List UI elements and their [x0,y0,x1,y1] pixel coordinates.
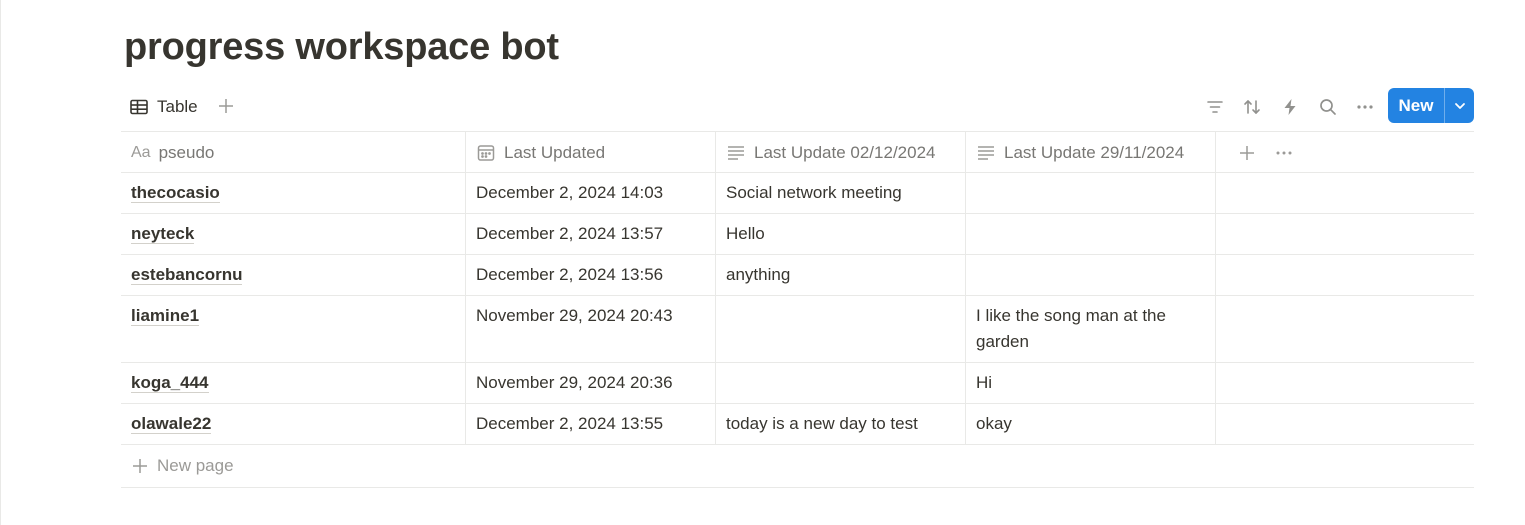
table-header: Aa pseudo Last Updated Last Update 02/12… [121,131,1474,173]
column-header-label: Last Update 02/12/2024 [754,142,936,162]
cell-update-0212[interactable]: Social network meeting [716,173,966,213]
cell-update-2911[interactable] [966,255,1216,295]
cell-update-0212[interactable] [716,363,966,403]
column-header-label: pseudo [158,142,215,162]
new-button[interactable]: New [1388,88,1444,123]
view-toolbar: Table New [121,88,1474,124]
new-button-group: New [1388,88,1474,123]
cell-update-0212[interactable]: Hello [716,214,966,254]
cell-pseudo[interactable]: neyteck [121,214,466,254]
row-title[interactable]: olawale22 [131,414,212,434]
cell-last-updated[interactable]: December 2, 2024 14:03 [466,173,716,213]
new-page-button[interactable]: New page [121,445,1474,488]
table-row[interactable]: estebancornu December 2, 2024 13:56 anyt… [121,255,1474,296]
cell-update-2911[interactable]: Hi [966,363,1216,403]
cell-last-updated[interactable]: December 2, 2024 13:55 [466,404,716,444]
table-row[interactable]: olawale22 December 2, 2024 13:55 today i… [121,404,1474,445]
cell-pseudo[interactable]: liamine1 [121,296,466,362]
title-property-icon: Aa [131,143,151,161]
column-header-update-2911[interactable]: Last Update 29/11/2024 [966,132,1216,173]
sort-button[interactable] [1240,95,1264,119]
window-edge [0,0,1,525]
row-title[interactable]: neyteck [131,224,195,244]
add-view-button[interactable] [215,95,237,117]
sort-icon [1244,100,1260,114]
column-header-label: Last Updated [504,142,606,162]
table-row[interactable]: neyteck December 2, 2024 13:57 Hello [121,214,1474,255]
plus-icon [219,99,233,113]
page-title[interactable]: progress workspace bot [124,26,559,69]
search-button[interactable] [1316,95,1340,119]
row-title[interactable]: estebancornu [131,265,243,285]
table-icon [130,99,148,115]
text-lines-icon [728,145,744,160]
plus-icon[interactable] [1238,144,1256,162]
calendar-icon [477,144,495,161]
cell-update-2911[interactable] [966,214,1216,254]
plus-icon [133,459,147,473]
cell-pseudo[interactable]: estebancornu [121,255,466,295]
table-row[interactable]: liamine1 November 29, 2024 20:43 I like … [121,296,1474,363]
cell-pseudo[interactable]: olawale22 [121,404,466,444]
tab-table-view[interactable]: Table [129,96,198,118]
cell-update-0212[interactable] [716,296,966,362]
search-icon [1320,99,1336,115]
chevron-down-icon [1454,102,1465,109]
cell-empty [1216,214,1474,254]
cell-last-updated[interactable]: December 2, 2024 13:57 [466,214,716,254]
column-header-pseudo[interactable]: Aa pseudo [121,132,466,173]
lightning-icon [1284,99,1296,115]
row-title[interactable]: liamine1 [131,306,200,326]
table-row[interactable]: koga_444 November 29, 2024 20:36 Hi [121,363,1474,404]
filter-button[interactable] [1203,95,1227,119]
more-horizontal-icon[interactable] [1274,143,1294,163]
cell-last-updated[interactable]: November 29, 2024 20:43 [466,296,716,362]
cell-update-0212[interactable]: anything [716,255,966,295]
cell-last-updated[interactable]: December 2, 2024 13:56 [466,255,716,295]
new-page-label: New page [157,456,234,475]
cell-update-2911[interactable]: okay [966,404,1216,444]
tab-table-label: Table [157,97,198,116]
more-horizontal-icon [1357,105,1373,109]
header-actions [1216,132,1474,173]
column-header-last-updated[interactable]: Last Updated [466,132,716,173]
cell-update-0212[interactable]: today is a new day to test [716,404,966,444]
cell-empty [1216,296,1474,362]
filter-icon [1207,101,1223,113]
new-dropdown-button[interactable] [1445,88,1474,123]
cell-update-2911[interactable] [966,173,1216,213]
automation-button[interactable] [1278,95,1302,119]
cell-empty [1216,363,1474,403]
database-table: Aa pseudo Last Updated Last Update 02/12… [121,131,1474,488]
cell-update-2911[interactable]: I like the song man at the garden [966,296,1216,362]
cell-pseudo[interactable]: koga_444 [121,363,466,403]
cell-empty [1216,404,1474,444]
cell-empty [1216,255,1474,295]
row-title[interactable]: koga_444 [131,373,209,393]
cell-last-updated[interactable]: November 29, 2024 20:36 [466,363,716,403]
more-options-button[interactable] [1353,95,1377,119]
cell-empty [1216,173,1474,213]
table-row[interactable]: thecocasio December 2, 2024 14:03 Social… [121,173,1474,214]
row-title[interactable]: thecocasio [131,183,220,203]
column-header-label: Last Update 29/11/2024 [1004,142,1185,162]
column-header-update-0212[interactable]: Last Update 02/12/2024 [716,132,966,173]
text-lines-icon [978,145,994,160]
cell-pseudo[interactable]: thecocasio [121,173,466,213]
